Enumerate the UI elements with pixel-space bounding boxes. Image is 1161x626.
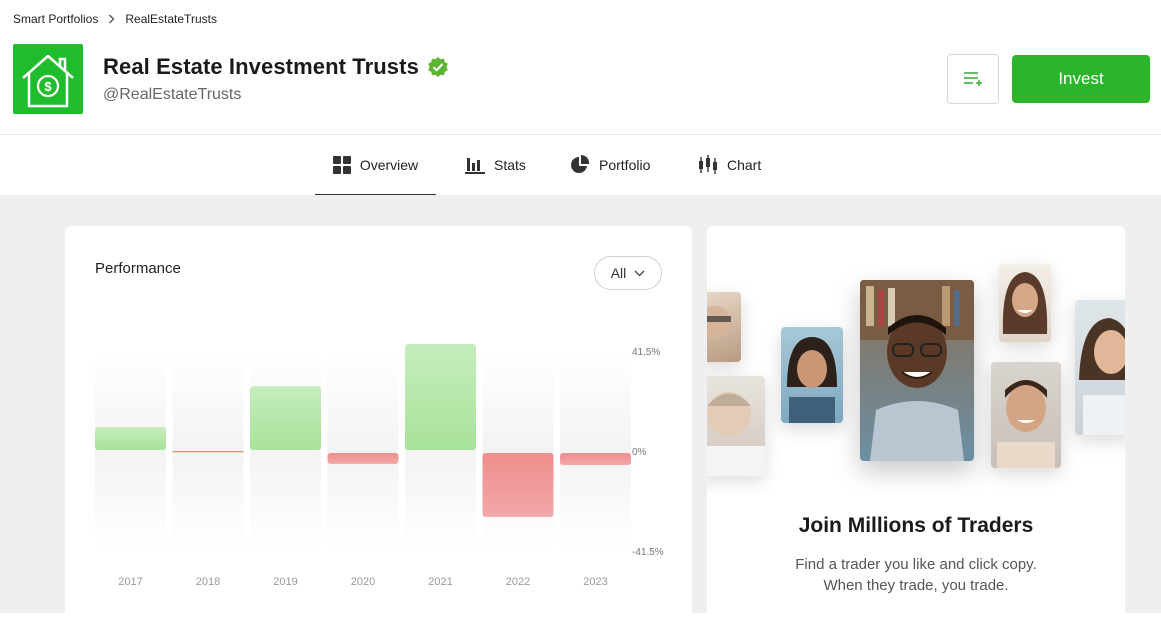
tab-portfolio-label: Portfolio — [599, 157, 651, 173]
house-dollar-icon: $ — [13, 44, 83, 114]
tab-chart[interactable]: Chart — [698, 135, 761, 195]
trader-photo — [999, 264, 1051, 342]
promo-card: Join Millions of Traders Find a trader y… — [707, 226, 1125, 626]
invest-button[interactable]: Invest — [1012, 55, 1150, 103]
svg-text:$: $ — [44, 79, 52, 94]
bar-2019[interactable] — [250, 386, 321, 450]
add-to-watchlist-button[interactable] — [947, 54, 999, 104]
bar-slot — [250, 351, 321, 551]
x-tick-label: 2023 — [583, 576, 607, 588]
breadcrumb-current[interactable]: RealEstateTrusts — [125, 12, 217, 26]
x-tick-label: 2018 — [196, 576, 220, 588]
x-tick-label: 2020 — [351, 576, 375, 588]
add-to-watchlist-icon — [962, 70, 984, 88]
bar-chart-icon — [465, 157, 485, 174]
trader-photo — [1075, 300, 1125, 435]
bar-2021[interactable] — [405, 343, 476, 450]
pie-chart-icon — [570, 155, 590, 175]
trader-photo — [707, 376, 765, 476]
promo-subtitle: Find a trader you like and click copy. W… — [707, 554, 1125, 596]
portfolio-handle: @RealEstateTrusts — [103, 86, 242, 103]
bar-2022[interactable] — [482, 453, 554, 517]
bar-2023[interactable] — [560, 453, 631, 466]
bar-slot — [95, 351, 166, 551]
tab-overview[interactable]: Overview — [315, 135, 436, 196]
y-tick-label: 0% — [632, 447, 647, 458]
portfolio-header: $ Real Estate Investment Trusts @RealEst… — [0, 42, 1161, 134]
trader-photo — [781, 327, 843, 423]
tab-portfolio[interactable]: Portfolio — [570, 135, 650, 195]
bar-slot — [482, 351, 554, 551]
breadcrumb: Smart Portfolios RealEstateTrusts — [13, 12, 217, 26]
tab-stats-label: Stats — [494, 157, 526, 173]
bar-2020[interactable] — [327, 453, 399, 464]
bar-2018[interactable] — [172, 451, 244, 453]
performance-bar-chart: 2017 2018 2019 2020 2021 2022 2023 41.5% 0% -41.… — [95, 343, 664, 588]
promo-subtitle-line-1: Find a trader you like and click copy. — [795, 556, 1037, 573]
bar-slot — [560, 351, 631, 551]
chevron-right-icon — [108, 14, 115, 24]
grid-icon — [332, 156, 351, 174]
x-tick-label: 2022 — [506, 576, 530, 588]
bar-2017[interactable] — [95, 427, 166, 450]
y-tick-label: -41.5% — [632, 547, 664, 558]
x-tick-label: 2021 — [428, 576, 452, 588]
promo-title: Join Millions of Traders — [798, 514, 1034, 537]
content-area: Performance All 2017 2018 2019 2020 2021… — [0, 195, 1161, 626]
x-tick-label: 2019 — [273, 576, 297, 588]
tab-stats[interactable]: Stats — [465, 135, 526, 195]
verified-badge-icon — [427, 56, 449, 78]
trader-photo — [991, 362, 1061, 468]
breadcrumb-smart-portfolios[interactable]: Smart Portfolios — [13, 12, 98, 26]
tab-chart-label: Chart — [727, 157, 762, 173]
bar-slot — [327, 351, 399, 551]
y-tick-label: 41.5% — [632, 347, 660, 358]
x-tick-label: 2017 — [118, 576, 142, 588]
promo-subtitle-line-2: When they trade, you trade. — [823, 577, 1009, 594]
tab-bar: Overview Stats Portfolio Chart — [0, 134, 1161, 196]
trader-photo — [707, 292, 741, 362]
page-title: Real Estate Investment Trusts — [103, 54, 419, 79]
trader-photo-featured — [860, 280, 974, 461]
performance-card: Performance All 2017 2018 2019 2020 2021… — [65, 226, 692, 626]
tab-overview-label: Overview — [359, 157, 419, 173]
candlestick-icon — [698, 155, 718, 175]
